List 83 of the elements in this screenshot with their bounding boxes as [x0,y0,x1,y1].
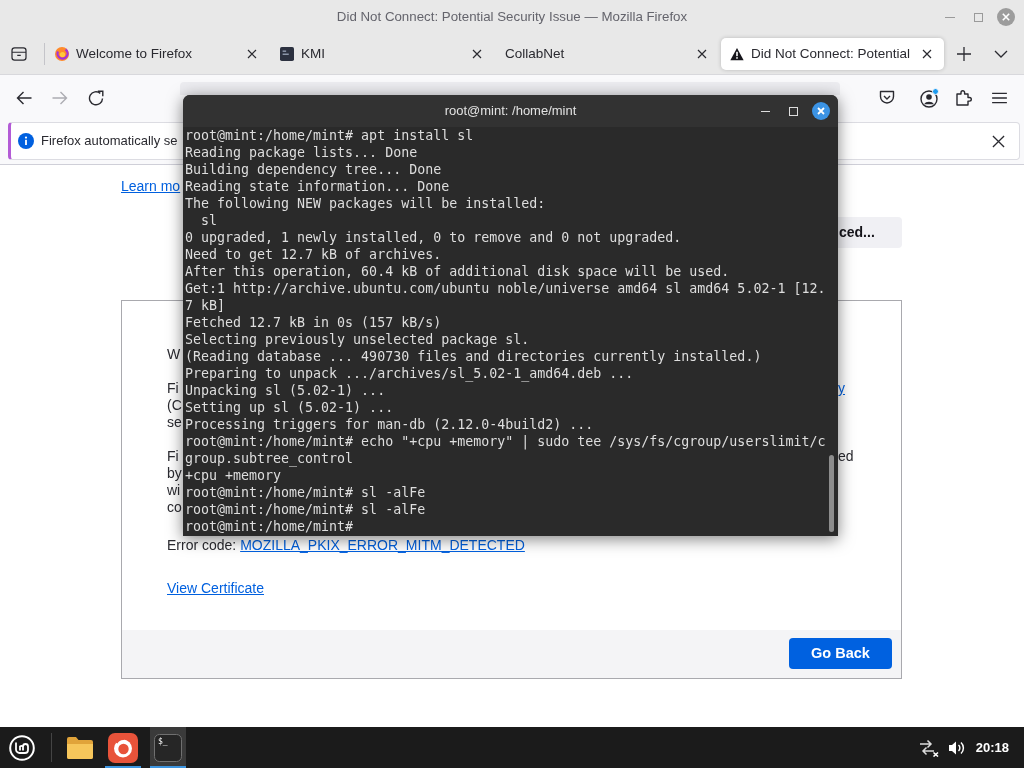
account-icon [919,87,939,108]
chevron-down-icon [994,50,1008,58]
terminal-line: Need to get 12.7 kB of archives. [185,246,442,263]
terminal-line: +cpu +memory [185,467,282,484]
plus-icon [957,47,971,61]
terminal-line: Reading state information... Done [185,178,450,195]
terminal-line: After this operation, 60.4 kB of additional disk space will be used. [185,263,730,280]
maximize-icon [788,106,798,116]
terminal-icon: $_ [154,733,182,762]
terminal-line: Setting up sl (5.02-1) ... [185,399,394,416]
learn-more-link[interactable]: Learn mo [121,178,181,194]
close-window-button[interactable] [812,100,830,122]
close-icon [991,134,1005,148]
info-icon [18,133,34,149]
close-icon [697,49,707,59]
close-icon [997,8,1015,26]
paragraph-text: Fi [167,448,179,465]
url-field[interactable] [180,82,840,95]
terminal-line: 0 upgraded, 1 newly installed, 0 to remove and 0 not upgraded. [185,229,682,246]
browser-tab[interactable]: Did Not Connect: Potential [721,38,944,70]
terminal-line: The following NEW packages will be installed: [185,195,546,212]
terminal-line: 7 kB] [185,297,226,314]
browser-tab[interactable]: KMI [271,38,494,70]
paragraph-text: co [167,499,182,516]
paragraph-text: by [167,465,182,482]
network-disconnected-icon [918,738,939,757]
menu-icon [991,91,1007,104]
scrollbar-thumb[interactable] [829,455,834,532]
logo-icon [9,734,35,761]
terminal-line: root@mint:/home/mint# sl -alFe [185,484,426,501]
browser-tab[interactable]: Welcome to Firefox [46,38,269,70]
maximize-icon [973,12,983,22]
speaker-icon [948,739,966,756]
minimize-icon [945,16,955,18]
forward-arrow-icon [52,90,68,105]
round-favicon-icon [55,47,69,61]
paragraph-text: (C [167,397,182,414]
terminal-line: Fetched 12.7 kB in 0s (157 kB/s) [185,314,442,331]
browser-tab[interactable]: CollabNet [496,38,719,70]
terminal-title: root@mint: /home/mint [444,102,577,121]
paragraph-text: ed [838,448,854,465]
notification-text: Firefox automatically se [41,132,178,151]
terminal-line: Unpacking sl (5.02-1) ... [185,382,386,399]
terminal-line: group.subtree_control [185,450,354,467]
terminal-line: Building dependency tree... Done [185,161,442,178]
error-code-text: Error code: MOZILLA_PKIX_ERROR_MITM_DETECTED [167,538,525,553]
pocket-icon [879,90,895,105]
terminal-line: Get:1 http://archive.ubuntu.com/ubuntu noble/universe amd64 sl amd64 5.02-1 [12. [185,280,826,297]
puzzle-icon [956,89,972,106]
warning-icon [730,47,744,61]
back-arrow-icon [16,90,32,105]
close-icon [247,49,257,59]
paragraph-text: Fi [167,380,179,397]
terminal-line: Preparing to unpack .../archives/sl_5.02-1_amd64.deb ... [185,365,634,382]
terminal-line: root@mint:/home/mint# echo "+cpu +memory" | sudo tee /sys/fs/cgroup/userslimit/c [185,433,826,450]
close-icon [922,49,932,59]
tray-icon [11,47,27,61]
folder-icon [66,735,94,760]
terminal-line: root@mint:/home/mint# sl -alFe [185,501,426,518]
terminal-launcher-button[interactable]: $_ [150,727,186,768]
paragraph-text: se [167,414,182,431]
close-icon [472,49,482,59]
paragraph-text: wi [167,482,181,499]
terminal-line: Processing triggers for man-db (2.12.0-4build2) ... [185,416,594,433]
text-link[interactable]: y [838,380,845,397]
go-back-button[interactable]: Go Back [789,638,892,669]
terminal-line: sl [200,212,218,229]
minimize-icon [760,110,770,112]
window-title: Did Not Connect: Potential Security Issue — Mozilla Firefox [336,8,688,27]
terminal-line: root@mint:/home/mint# apt install sl [185,127,474,144]
square-favicon-icon [280,47,294,61]
view-certificate-link[interactable]: View Certificate [167,580,264,596]
terminal-line: Selecting previously unselected package sl. [185,331,530,348]
error-code-link[interactable]: MOZILLA_PKIX_ERROR_MITM_DETECTED [240,537,525,553]
advanced-button[interactable]: ced... [838,217,902,248]
clock-text[interactable]: 20:18 [975,737,1009,758]
ring-tile-icon [108,732,138,763]
terminal-line: (Reading database ... 490730 files and directories currently installed.) [185,348,762,365]
terminal-line: Reading package lists... Done [185,144,418,161]
paragraph-text: W [167,346,181,363]
reload-icon [88,89,104,106]
close-icon [812,102,830,120]
terminal-line: root@mint:/home/mint# [185,518,354,535]
